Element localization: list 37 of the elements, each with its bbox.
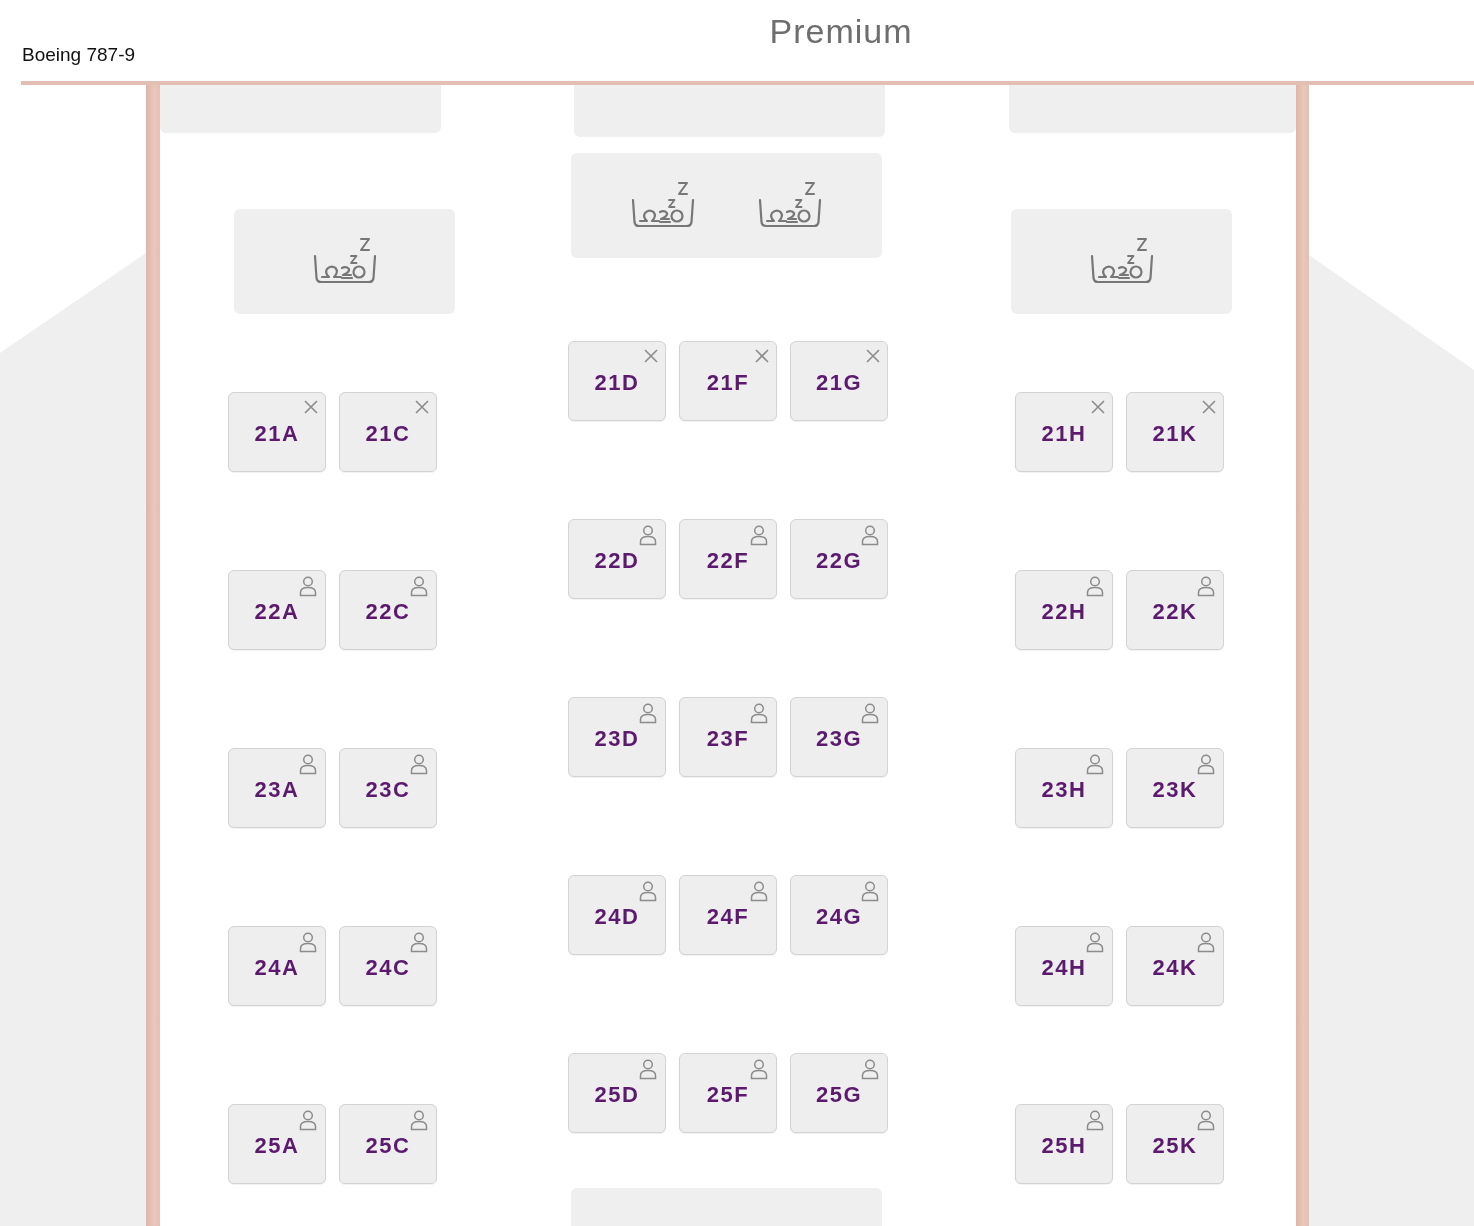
seat-button[interactable]: 21A [228,392,326,472]
seat-button[interactable]: 24K [1126,926,1224,1006]
seat-button[interactable]: 22C [339,570,437,650]
seat-button[interactable]: 22D [568,519,666,599]
seat-button[interactable]: 23G [790,697,888,777]
seat-button[interactable]: 21G [790,341,888,421]
seat-button[interactable]: 21F [679,341,777,421]
seat-button[interactable]: 21D [568,341,666,421]
seat-button[interactable]: 25A [228,1104,326,1184]
seat-button[interactable]: 24A [228,926,326,1006]
seat-button[interactable]: 24F [679,875,777,955]
seat-button[interactable]: 25K [1126,1104,1224,1184]
seat-button[interactable]: 23F [679,697,777,777]
seat-button[interactable]: 23A [228,748,326,828]
seat-button[interactable]: 21C [339,392,437,472]
seat-button[interactable]: 22K [1126,570,1224,650]
seat-button[interactable]: 24C [339,926,437,1006]
aircraft-name: Boeing 787-9 [22,45,136,66]
seat-button[interactable]: 21H [1015,392,1113,472]
seat-button[interactable]: 24H [1015,926,1113,1006]
seat-button[interactable]: 23H [1015,748,1113,828]
seat-button[interactable]: 24G [790,875,888,955]
cabin-title: Premium [769,13,913,51]
seat-button[interactable]: 25F [679,1053,777,1133]
seat-button[interactable]: 22G [790,519,888,599]
seat-button[interactable]: 21K [1126,392,1224,472]
seat-button[interactable]: 23D [568,697,666,777]
seat-button[interactable]: 25C [339,1104,437,1184]
seat-button[interactable]: 25D [568,1053,666,1133]
seat-button[interactable]: 23K [1126,748,1224,828]
seat-button[interactable]: 22H [1015,570,1113,650]
seat-button[interactable]: 24D [568,875,666,955]
seat-button[interactable]: 25G [790,1053,888,1133]
seat-button[interactable]: 23C [339,748,437,828]
seat-button[interactable]: 22F [679,519,777,599]
seat-button[interactable]: 25H [1015,1104,1113,1184]
seat-button[interactable]: 22A [228,570,326,650]
